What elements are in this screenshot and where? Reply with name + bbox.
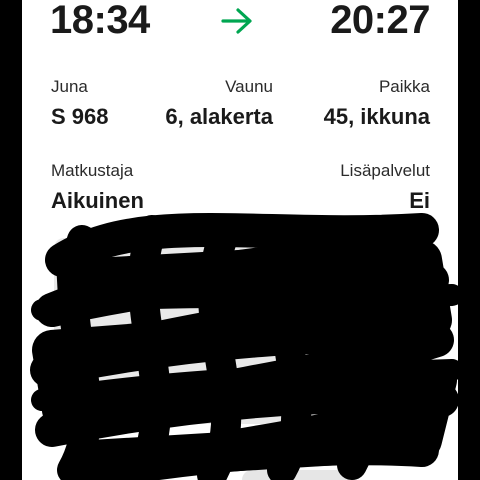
passenger-label: Matkustaja — [51, 161, 134, 180]
car-value: 6, alakerta — [165, 104, 273, 129]
train-label: Juna — [51, 77, 88, 96]
arrival-time: 20:27 — [330, 0, 430, 42]
train-value: S 968 — [51, 104, 109, 129]
arrow-right-icon — [220, 6, 254, 36]
seat-value: 45, ikkuna — [323, 104, 430, 129]
journey-times: 18:34 20:27 — [22, 0, 458, 48]
ticket-card: 18:34 20:27 Juna S 968 Vaunu 6, alakerta… — [22, 0, 458, 480]
departure-time: 18:34 — [50, 0, 150, 42]
redaction-scribble — [30, 213, 458, 480]
train-field: Juna S 968 — [51, 77, 109, 130]
arrow-right-icon-svg — [221, 8, 252, 34]
seat-label: Paikka — [378, 77, 430, 96]
extras-label: Lisäpalvelut — [340, 161, 430, 180]
seat-field: Paikka 45, ikkuna — [324, 77, 430, 130]
car-label: Vaunu — [225, 77, 273, 96]
screen: 18:34 20:27 Juna S 968 Vaunu 6, alakerta… — [0, 0, 480, 480]
car-field: Vaunu 6, alakerta — [165, 77, 273, 130]
